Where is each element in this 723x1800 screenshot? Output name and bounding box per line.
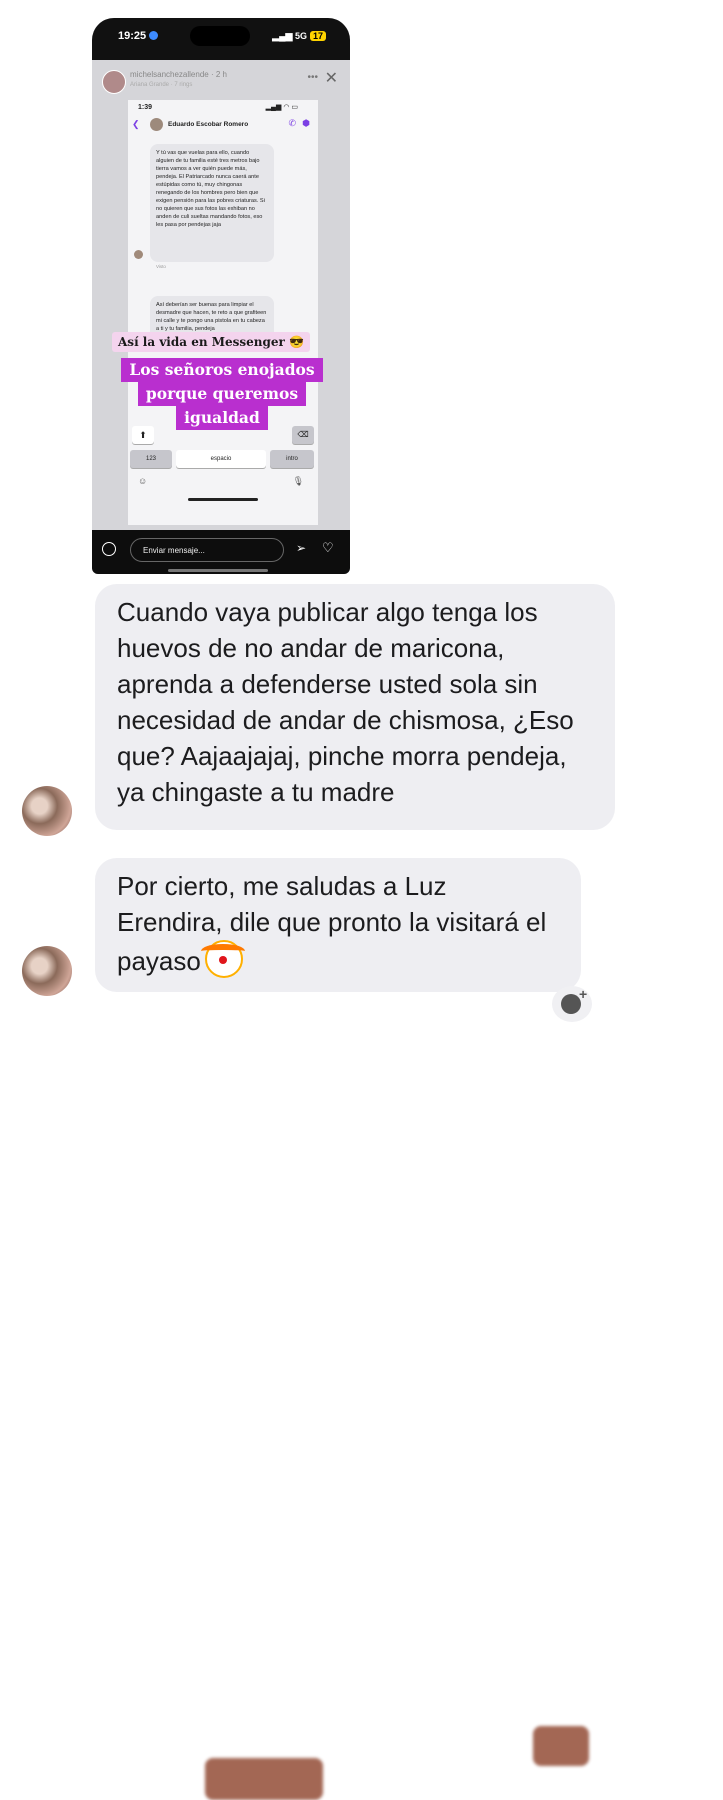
- sender-avatar[interactable]: [22, 786, 72, 836]
- sticker-line: porque queremos: [137, 382, 307, 406]
- story-text-sticker-1: Así la vida en Messenger 😎: [112, 332, 310, 352]
- location-arrow-icon: [149, 31, 159, 40]
- story-header: michelsanchezallende · 2 h Ariana Grande…: [102, 68, 340, 98]
- inner-sender-avatar: [134, 250, 143, 259]
- inner-keyboard-row: 123 espacio intro: [128, 448, 318, 470]
- story-text-sticker-2: Los señoros enojados porque queremos igu…: [106, 358, 338, 430]
- add-reaction-button[interactable]: +: [552, 986, 592, 1022]
- story-status-bar: 19:25 ▂▄▆ 5G 17: [92, 18, 350, 60]
- story-status-time: 19:25: [118, 30, 159, 42]
- microphone-icon: 🎙: [292, 476, 304, 486]
- story-reply-input[interactable]: Enviar mensaje...: [130, 538, 284, 562]
- sticker-line: Los señoros enojados: [121, 358, 323, 382]
- camera-icon[interactable]: [102, 542, 116, 556]
- back-arrow-icon: ❮: [132, 119, 140, 129]
- inner-contact-name: Eduardo Escobar Romero: [168, 121, 249, 128]
- inner-status-time: 1:39: [138, 104, 153, 111]
- story-poster-name[interactable]: michelsanchezallende · 2 h: [130, 70, 227, 79]
- enter-key: intro: [270, 450, 314, 468]
- battery-icon: 17: [309, 31, 326, 41]
- close-icon[interactable]: ✕: [325, 68, 338, 88]
- more-options-icon[interactable]: •••: [307, 72, 318, 83]
- story-canvas: michelsanchezallende · 2 h Ariana Grande…: [92, 60, 350, 530]
- inner-home-indicator: [188, 498, 258, 501]
- plus-icon: +: [579, 986, 588, 1002]
- delete-key: ⌫: [292, 426, 314, 444]
- inner-chat-header: ❮ Eduardo Escobar Romero ✆ ⬢: [128, 116, 318, 138]
- sender-avatar[interactable]: [22, 946, 72, 996]
- story-reply-bar: Enviar mensaje... ➢ ♡: [92, 530, 350, 574]
- inner-keyboard-row: ☺ 🎙: [128, 474, 318, 494]
- message-text: Cuando vaya publicar algo tenga los huev…: [117, 597, 574, 807]
- story-music-label[interactable]: Ariana Grande · 7 rings: [130, 82, 192, 88]
- numbers-key: 123: [130, 450, 172, 468]
- phone-icon: ✆: [288, 118, 296, 128]
- home-indicator: [168, 569, 268, 572]
- message-bubble[interactable]: Por cierto, me saludas a Luz Erendira, d…: [95, 858, 589, 1800]
- dynamic-island: [190, 26, 250, 46]
- inner-status-icons: ▂▄▆ ◠ ▭: [265, 104, 298, 111]
- inner-seen-label: Visto: [156, 264, 166, 269]
- story-status-network: ▂▄▆ 5G 17: [272, 31, 326, 42]
- shift-key: ⬆: [132, 426, 154, 444]
- heart-icon[interactable]: ♡: [322, 540, 334, 556]
- add-reaction-icon: [561, 994, 581, 1014]
- story-poster-avatar[interactable]: [102, 70, 126, 94]
- message-bubble[interactable]: Cuando vaya publicar algo tenga los huev…: [95, 584, 615, 830]
- redaction-mark: [205, 1758, 323, 1800]
- redaction-mark: [533, 1726, 589, 1766]
- message-text: Por cierto, me saludas a Luz Erendira, d…: [117, 871, 547, 976]
- inner-message-1: Y tú vas que vuelas para ello, cuando al…: [150, 144, 274, 262]
- space-key: espacio: [176, 450, 266, 468]
- shield-icon: ⬢: [302, 118, 310, 128]
- inner-contact-avatar: [150, 118, 163, 131]
- send-icon[interactable]: ➢: [296, 541, 306, 555]
- shared-story-screenshot[interactable]: 19:25 ▂▄▆ 5G 17 michelsanchezallende · 2 …: [92, 18, 350, 574]
- emoji-icon: ☺: [138, 476, 148, 486]
- inner-keyboard-row: ⬆ ⌫: [128, 424, 318, 446]
- clown-emoji-icon: [200, 940, 245, 978]
